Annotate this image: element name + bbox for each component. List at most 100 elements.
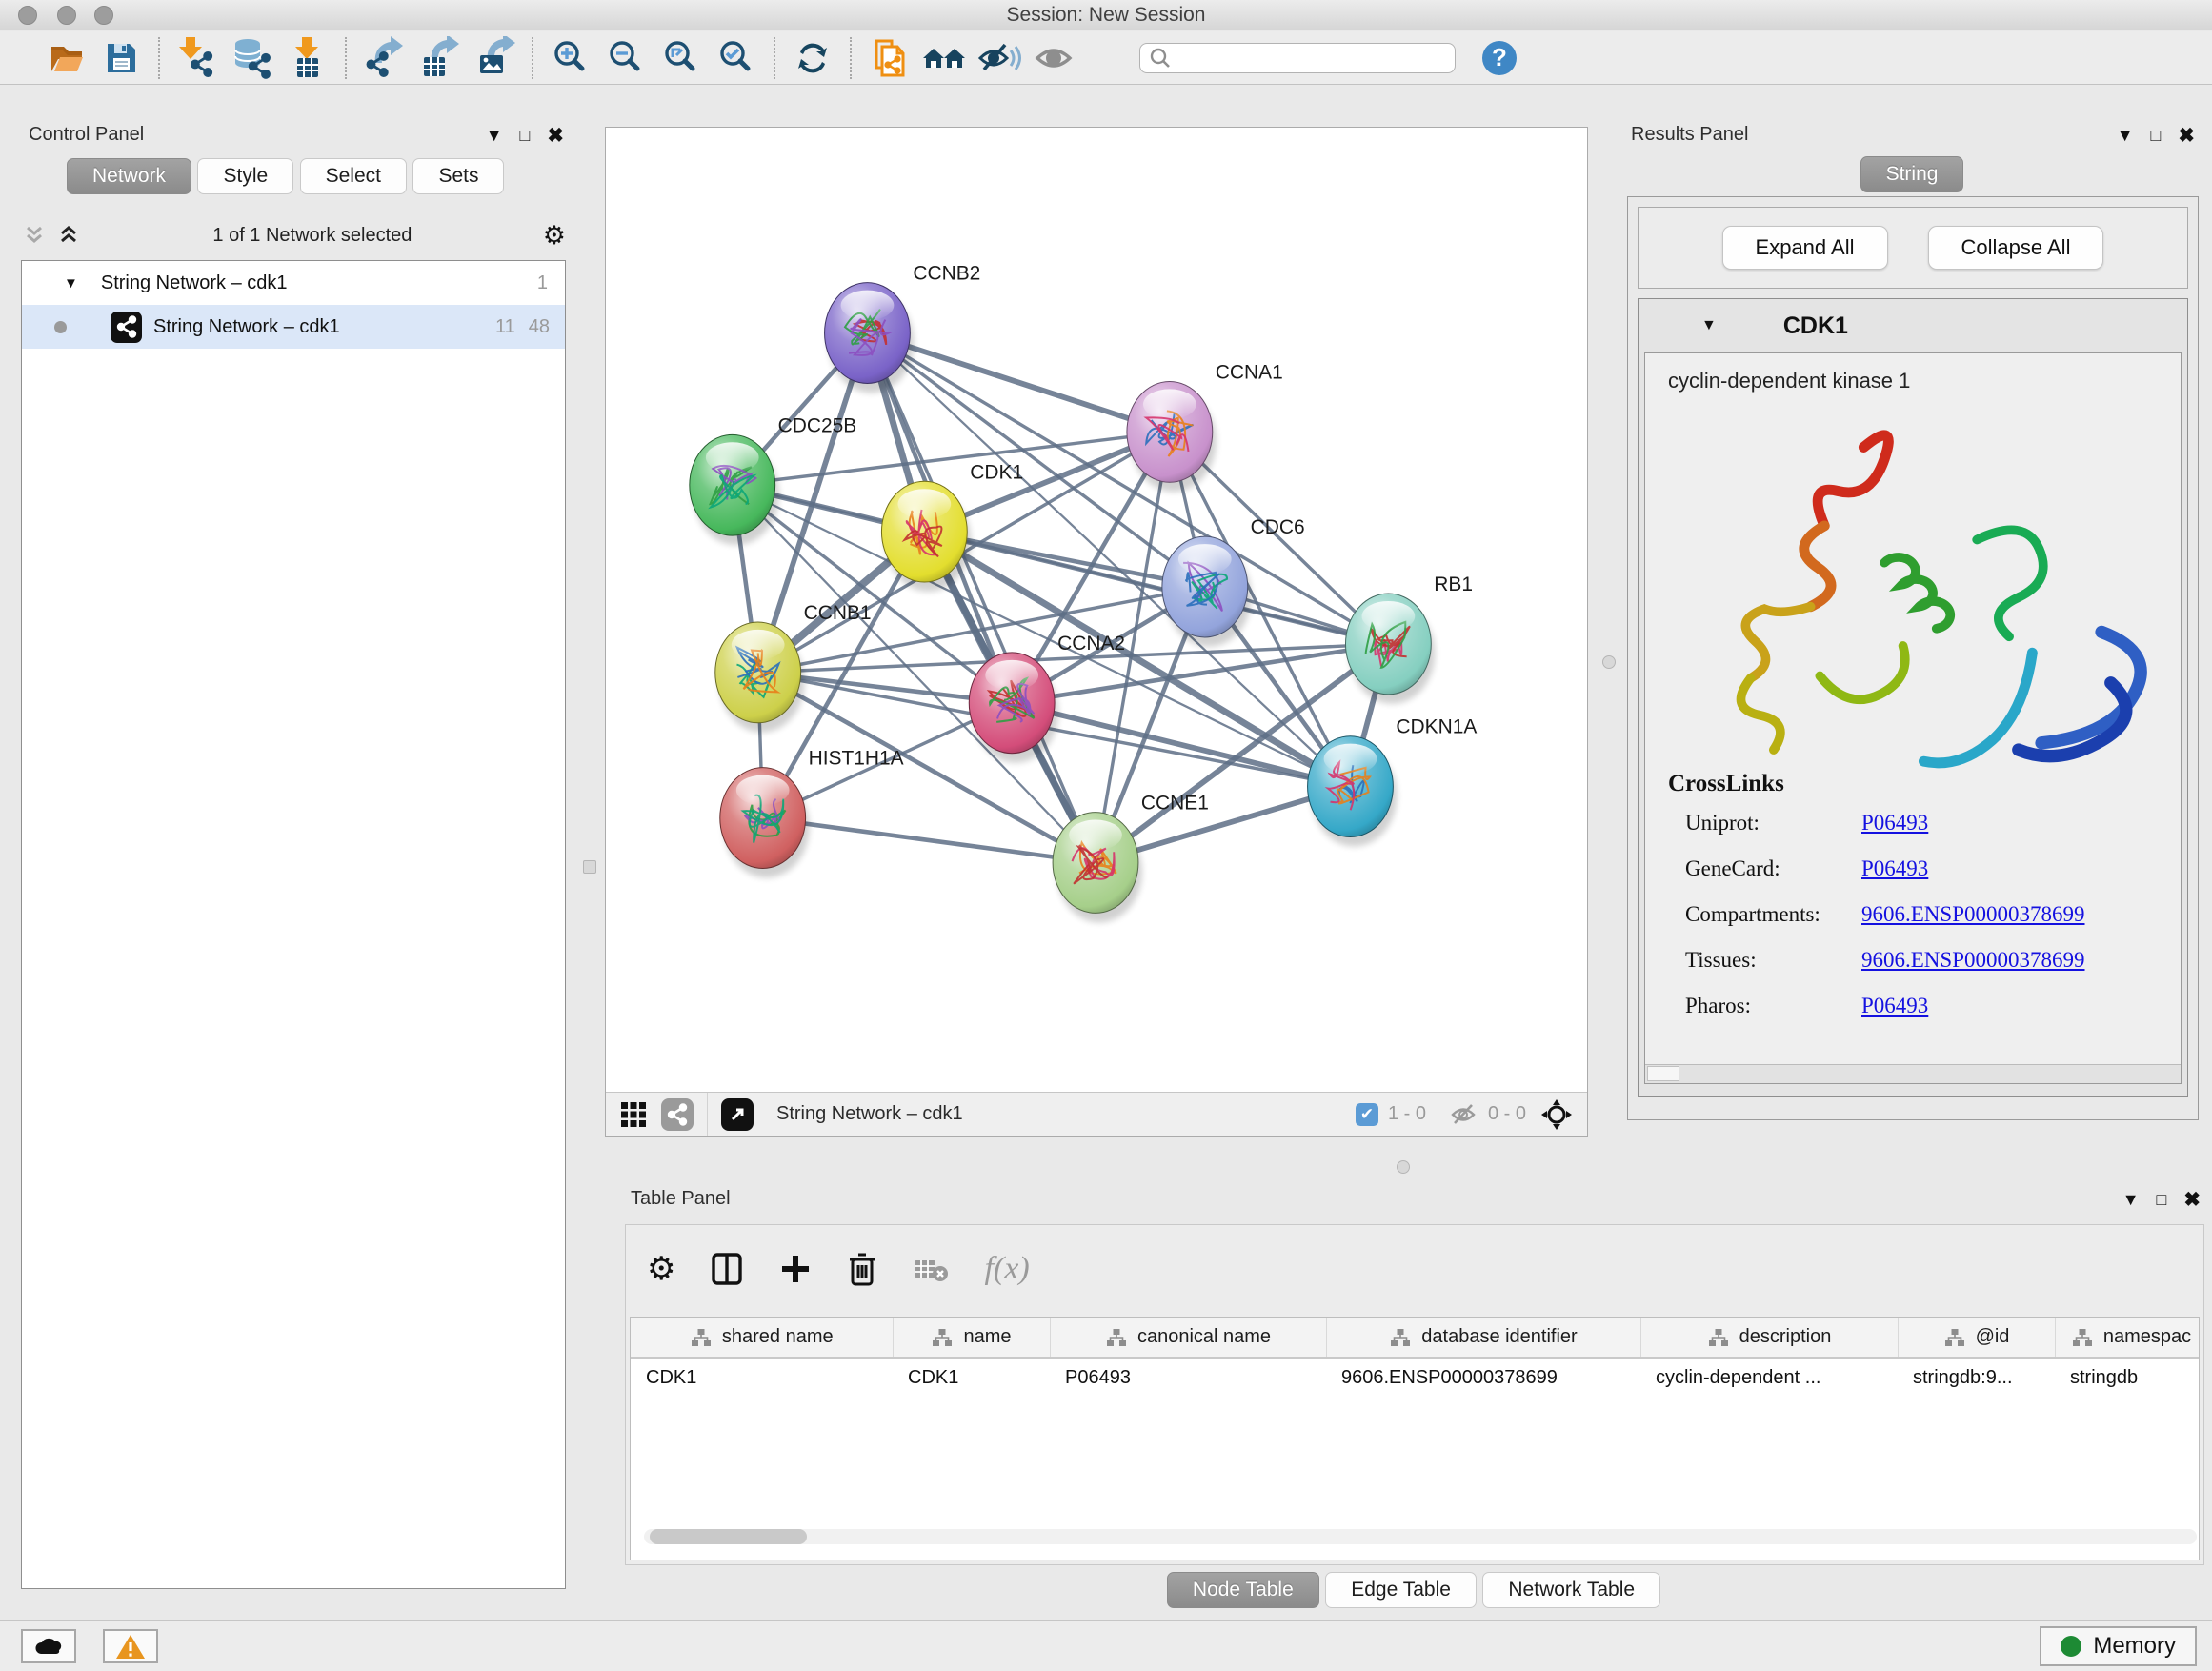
network-row[interactable]: String Network – cdk1 11 48 [22,305,565,349]
network-share-toggle-icon[interactable] [661,1098,694,1131]
crosslink-link[interactable]: 9606.ENSP00000378699 [1861,902,2085,927]
column-header--id[interactable]: @id [1898,1318,2055,1358]
column-header-description[interactable]: description [1640,1318,1898,1358]
panel-menu-icon[interactable]: ▼ [2117,126,2134,146]
graph-node-CDC25B[interactable]: CDC25B [690,414,856,545]
collapse-all-button[interactable]: Collapse All [1928,226,2104,270]
network-view[interactable]: CCNB2CCNA1CDC25BCDK1CDC6RB1CCNB1CCNA2CDK… [605,127,1588,1137]
table-cell[interactable]: stringdb:9... [1898,1358,2055,1398]
graph-node-HIST1H1A[interactable]: HIST1H1A [720,748,904,878]
table-cell[interactable]: CDK1 [631,1358,893,1398]
table-cell[interactable]: stringdb [2055,1358,2200,1398]
tab-network-table[interactable]: Network Table [1482,1572,1660,1608]
expand-all-button[interactable]: Expand All [1722,226,1888,270]
graph-node-CDKN1A[interactable]: CDKN1A [1308,716,1478,847]
vertical-splitter-handle[interactable] [1602,655,1616,669]
crosslink-link[interactable]: P06493 [1861,994,1928,1018]
search-box[interactable] [1139,43,1456,73]
node-table[interactable]: shared namenamecanonical namedatabase id… [630,1317,2200,1560]
tab-node-table[interactable]: Node Table [1167,1572,1319,1608]
column-header-database-identifier[interactable]: database identifier [1326,1318,1640,1358]
delete-column-icon[interactable] [845,1250,879,1288]
graph-node-CDK1[interactable]: CDK1 [881,461,1023,592]
graph-edge-CCNB2-CCNE1[interactable] [867,333,1096,863]
zoom-in-button[interactable] [543,35,598,81]
panel-menu-icon[interactable]: ▼ [486,126,503,146]
disclosure-triangle-icon[interactable]: ▼ [64,275,78,292]
export-network-button[interactable] [356,35,412,81]
cloud-status-button[interactable] [21,1629,76,1663]
graph-node-CCNA1[interactable]: CCNA1 [1127,361,1283,492]
column-header-name[interactable]: name [893,1318,1050,1358]
section-disclosure-icon[interactable]: ▼ [1701,317,1717,334]
tab-sets[interactable]: Sets [412,158,504,194]
export-table-button[interactable] [412,35,467,81]
graph-node-RB1[interactable]: RB1 [1345,574,1473,704]
refresh-button[interactable] [785,35,840,81]
memory-button[interactable]: Memory [2040,1626,2197,1666]
crosslink-link[interactable]: P06493 [1861,811,1928,836]
table-row[interactable]: CDK1CDK1P064939606.ENSP00000378699cyclin… [631,1358,2200,1398]
import-network-database-button[interactable] [225,35,280,81]
panel-menu-icon[interactable]: ▼ [2122,1190,2140,1210]
tab-select[interactable]: Select [300,158,407,194]
help-button[interactable]: ? [1482,41,1517,75]
zoom-selected-button[interactable] [709,35,764,81]
show-eye-button[interactable] [1027,35,1082,81]
close-panel-icon[interactable]: ✖ [2178,124,2195,148]
zoom-out-button[interactable] [598,35,654,81]
tab-network[interactable]: Network [67,158,191,194]
open-session-button[interactable] [38,35,93,81]
graph-edge-HIST1H1A-CCNE1[interactable] [763,818,1096,863]
expand-all-chevron-icon[interactable] [55,223,82,248]
table-hscrollbar-thumb[interactable] [650,1529,807,1544]
results-scrollbar[interactable] [1645,1064,2181,1083]
crosslink-link[interactable]: P06493 [1861,856,1928,881]
search-input[interactable] [1178,48,1455,68]
selected-checkbox-icon[interactable]: ✔ [1356,1103,1378,1126]
string-import-button[interactable] [861,35,916,81]
float-panel-icon[interactable]: □ [520,126,531,146]
float-panel-icon[interactable]: □ [2151,126,2162,146]
collapse-all-chevron-icon[interactable] [21,223,48,248]
network-canvas[interactable]: CCNB2CCNA1CDC25BCDK1CDC6RB1CCNB1CCNA2CDK… [606,128,1587,1092]
table-cell[interactable]: CDK1 [893,1358,1050,1398]
fit-content-crosshair-icon[interactable] [1539,1097,1574,1132]
table-hscrollbar[interactable] [644,1529,2197,1544]
network-options-gear-icon[interactable]: ⚙ [543,221,566,251]
close-panel-icon[interactable]: ✖ [547,124,564,148]
table-cell[interactable]: P06493 [1050,1358,1326,1398]
add-column-icon[interactable] [778,1252,813,1286]
table-cell[interactable]: 9606.ENSP00000378699 [1326,1358,1640,1398]
close-panel-icon[interactable]: ✖ [2183,1188,2201,1212]
crosslink-link[interactable]: 9606.ENSP00000378699 [1861,948,2085,973]
warning-triangle-icon [115,1633,146,1660]
import-network-file-button[interactable] [170,35,225,81]
float-panel-icon[interactable]: □ [2157,1190,2167,1210]
column-header-namespac[interactable]: namespac [2055,1318,2200,1358]
export-image-button[interactable] [467,35,522,81]
network-collection-row[interactable]: ▼ String Network – cdk1 1 [22,261,565,305]
graph-node-CCNE1[interactable]: CCNE1 [1053,793,1209,923]
save-session-button[interactable] [93,35,149,81]
home-network-button[interactable] [916,35,972,81]
table-settings-gear-icon[interactable]: ⚙ [647,1250,675,1288]
left-splitter-handle[interactable] [583,860,596,874]
function-builder-icon[interactable]: f(x) [984,1251,1029,1287]
detach-view-icon[interactable] [721,1098,754,1131]
column-header-shared-name[interactable]: shared name [631,1318,893,1358]
tab-edge-table[interactable]: Edge Table [1325,1572,1477,1608]
zoom-fit-button[interactable] [654,35,709,81]
warnings-button[interactable] [103,1629,158,1663]
hide-unhide-button[interactable] [972,35,1027,81]
table-cell[interactable]: cyclin-dependent ... [1640,1358,1898,1398]
tab-style[interactable]: Style [197,158,293,194]
grid-view-icon[interactable] [619,1100,648,1129]
import-table-button[interactable] [280,35,335,81]
column-header-canonical-name[interactable]: canonical name [1050,1318,1326,1358]
show-columns-icon[interactable] [708,1250,746,1288]
horizontal-splitter-handle[interactable] [1397,1160,1410,1174]
tab-string[interactable]: String [1860,156,1964,192]
graph-node-CCNB2[interactable]: CCNB2 [825,263,981,393]
delete-table-icon[interactable] [912,1253,952,1285]
